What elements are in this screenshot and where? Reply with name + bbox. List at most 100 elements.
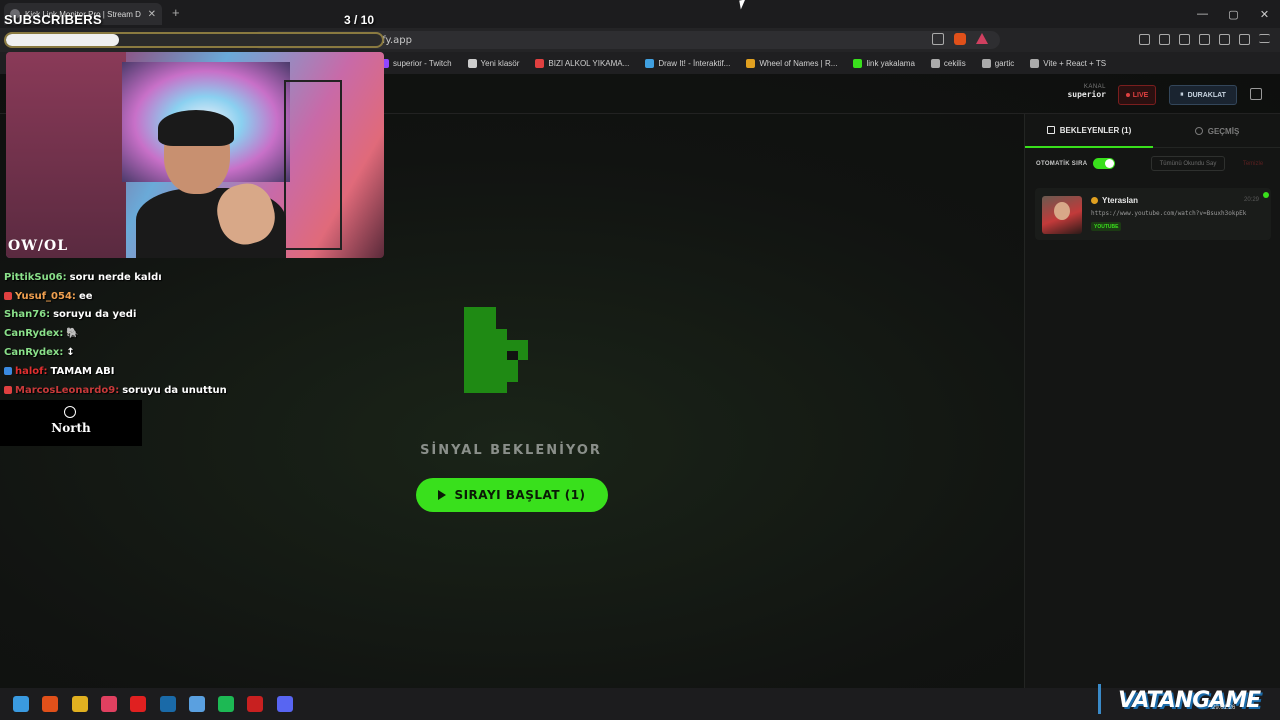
- channel-name: superior: [1067, 90, 1106, 99]
- chat-username: CanRydex:: [4, 328, 64, 340]
- app-red-icon[interactable]: [130, 696, 147, 712]
- queue-item-time: 20:29: [1243, 197, 1259, 203]
- bookmark-label: Yeni klasör: [480, 58, 520, 68]
- tray-separator: [1098, 684, 1101, 714]
- minimize-icon[interactable]: —: [1187, 8, 1218, 20]
- pause-icon: ⏸: [1180, 91, 1184, 98]
- water-icon[interactable]: [188, 696, 205, 712]
- streamer: [136, 110, 286, 258]
- webcam-background: [6, 52, 126, 258]
- brave-rewards-icon[interactable]: [976, 33, 988, 44]
- menu-icon[interactable]: [1259, 34, 1270, 43]
- folder-icon[interactable]: [71, 696, 88, 712]
- subscribers-goal-count: 3 / 10: [344, 13, 375, 27]
- bookmark-item[interactable]: superior - Twitch: [380, 58, 452, 68]
- bookmark-icon: [535, 58, 545, 68]
- kick-logo-icon: [464, 307, 528, 393]
- tab-search-icon[interactable]: [1159, 34, 1170, 45]
- brave-shield-icon[interactable]: [954, 33, 966, 45]
- close-window-icon[interactable]: ✕: [1249, 8, 1280, 21]
- bookmark-item[interactable]: Wheel of Names | R...: [746, 58, 837, 68]
- close-tab-icon[interactable]: ✕: [148, 9, 156, 20]
- avatar-face: [1054, 202, 1070, 220]
- wallet-icon[interactable]: [1199, 34, 1210, 45]
- auto-queue-toggle[interactable]: [1093, 158, 1116, 169]
- webcam-logo: OW/OL: [8, 238, 69, 254]
- chat-username: PittikSu06:: [4, 271, 67, 283]
- online-status-icon: [1263, 192, 1269, 198]
- bookmark-item[interactable]: BIZI ALKOL YIKAMA...: [535, 58, 630, 68]
- auto-queue-label: OTOMATİK SIRA: [1036, 160, 1088, 167]
- sidebar-icon[interactable]: [1179, 34, 1190, 45]
- start-queue-button[interactable]: SIRAYI BAŞLAT (1): [416, 478, 608, 512]
- chat-badge-icon: [4, 292, 12, 301]
- bookmark-label: cekilis: [943, 58, 966, 68]
- platform-badge: YOUTUBE: [1091, 222, 1122, 231]
- live-label: LIVE: [1132, 91, 1149, 99]
- chat-message: halof: TAMAM ABI: [4, 362, 227, 381]
- north-label: North: [51, 421, 91, 435]
- bookmark-label: BIZI ALKOL YIKAMA...: [548, 58, 630, 68]
- bookmark-item[interactable]: cekilis: [930, 58, 966, 68]
- pause-button[interactable]: ⏸ DURAKLAT: [1169, 85, 1237, 105]
- bookmark-item[interactable]: Yeni klasör: [467, 58, 520, 68]
- new-tab-icon[interactable]: +: [172, 5, 180, 20]
- streamer-hair: [158, 110, 234, 146]
- leo-icon[interactable]: [1219, 34, 1230, 45]
- clear-button[interactable]: Temizle: [1237, 156, 1269, 171]
- bookmark-label: gartic: [994, 58, 1015, 68]
- extensions-icon[interactable]: [1139, 34, 1150, 45]
- bookmark-label: Draw It! - İnteraktif...: [658, 58, 731, 68]
- channel-info: KANAL superior: [1066, 84, 1106, 99]
- share-icon[interactable]: [932, 33, 944, 45]
- pause-label: DURAKLAT: [1187, 91, 1226, 99]
- tab-waiting-label: BEKLEYENLER (1): [1059, 125, 1132, 135]
- queue-panel: BEKLEYENLER (1) GEÇMİŞ OTOMATİK SIRA Tüm…: [1024, 114, 1280, 688]
- bookmark-item[interactable]: link yakalama: [853, 58, 915, 68]
- game-icon[interactable]: [247, 696, 264, 712]
- taskbar: [0, 688, 1280, 720]
- discord-icon[interactable]: [276, 696, 293, 712]
- queue-item-url[interactable]: https://www.youtube.com/watch?v=Bsuxh3ok…: [1091, 210, 1267, 217]
- tab-waiting[interactable]: BEKLEYENLER (1): [1025, 114, 1153, 148]
- clock-icon: [1194, 127, 1203, 135]
- chat-message: CanRydex: 🐘: [4, 324, 227, 343]
- brave-icon[interactable]: [42, 696, 59, 712]
- steam-icon[interactable]: [159, 696, 176, 712]
- taskbar-date: 29.01.26: [1212, 705, 1236, 711]
- queue-item[interactable]: Yteraslan 20:29 https://www.youtube.com/…: [1035, 188, 1271, 240]
- maximize-icon[interactable]: ▢: [1218, 8, 1249, 21]
- chat-username: halof:: [15, 365, 48, 377]
- chat-username: CanRydex:: [4, 347, 64, 359]
- list-icon: [1046, 126, 1055, 134]
- badge-icon: [1091, 197, 1098, 204]
- chat-badge-icon: [4, 386, 12, 395]
- compass-icon: [64, 406, 76, 418]
- bookmark-icon: [746, 58, 756, 68]
- start-icon[interactable]: [13, 696, 29, 712]
- bookmark-item[interactable]: gartic: [981, 58, 1015, 68]
- url-actions: [932, 33, 988, 45]
- vpn-icon[interactable]: [1239, 34, 1250, 45]
- chat-text: ↕: [66, 347, 75, 359]
- chat-message: CanRydex: ↕: [4, 343, 227, 362]
- spotify-icon[interactable]: [218, 696, 235, 712]
- chat-text: soruyu da unuttun: [122, 384, 227, 396]
- bookmark-icon: [981, 58, 991, 68]
- tab-history[interactable]: GEÇMİŞ: [1153, 114, 1280, 148]
- start-queue-label: SIRAYI BAŞLAT (1): [454, 488, 586, 502]
- subscribers-progress-bar: [4, 32, 384, 48]
- chat-username: MarcosLeonardo9:: [15, 384, 120, 396]
- avatar: [1042, 196, 1082, 234]
- chat-message: MarcosLeonardo9: soruyu da unuttun: [4, 381, 227, 400]
- bookmark-icon: [1030, 58, 1040, 68]
- chat-text: TAMAM ABI: [50, 365, 115, 377]
- subscribers-progress-fill: [6, 34, 119, 46]
- bookmark-item[interactable]: Draw It! - İnteraktif...: [645, 58, 731, 68]
- mark-all-read-button[interactable]: Tümünü Okundu Say: [1151, 156, 1225, 171]
- live-badge[interactable]: LIVE: [1118, 85, 1156, 105]
- bookmark-icon: [467, 58, 477, 68]
- maps-icon[interactable]: [100, 696, 117, 712]
- open-external-icon[interactable]: [1250, 88, 1262, 100]
- bookmark-item[interactable]: Vite + React + TS: [1030, 58, 1106, 68]
